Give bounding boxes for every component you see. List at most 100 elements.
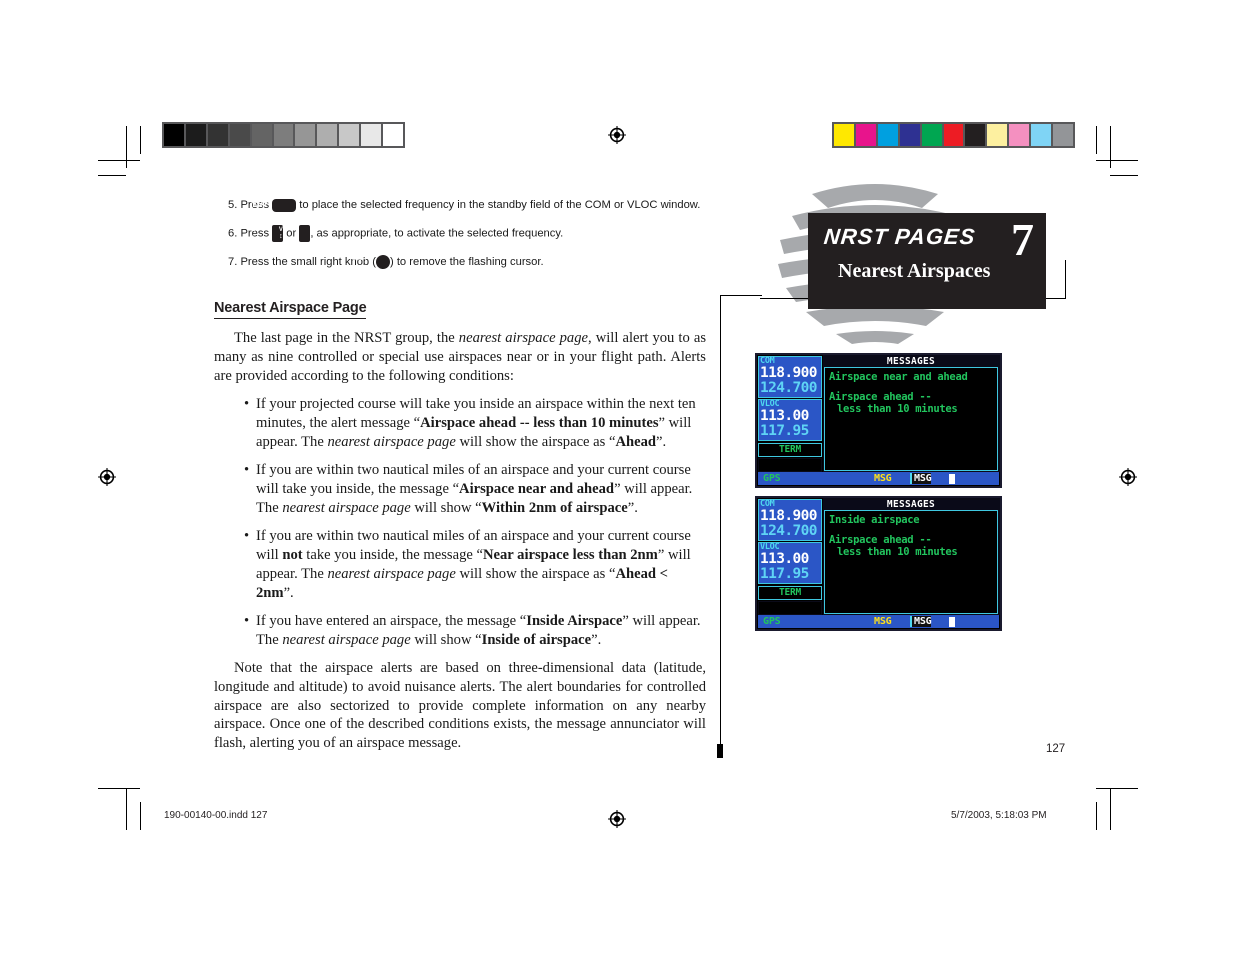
registration-target-left [98, 468, 116, 486]
com-standby-frequency: 124.700 [760, 380, 818, 396]
cdi-mode-box-2: TERM [758, 586, 822, 600]
calibration-swatch [1009, 124, 1030, 146]
message-line: Airspace ahead -- [829, 390, 932, 403]
crop-mark-br-h [1096, 788, 1138, 790]
calibration-swatch [1031, 124, 1052, 146]
crop-mark-tl-h2 [98, 175, 126, 177]
calibration-swatch [899, 124, 920, 146]
step-5-text: to place the selected frequency in the s… [299, 199, 701, 211]
com-frequency-box-1[interactable]: COM 118.900 124.700 [758, 356, 822, 398]
msg-annunciator[interactable]: MSG [874, 473, 892, 484]
step-6-mid: or [286, 227, 297, 240]
cdi-scale-area-2 [758, 601, 822, 615]
chapter-number: 7 [1011, 214, 1034, 265]
msg-page-label[interactable]: MSG [910, 473, 932, 484]
gps-nav-source-label: GPS [763, 473, 781, 484]
calibration-swatch [877, 124, 898, 146]
gps-radio-column-2: COM 118.900 124.700 VLOC 113.00 117.95 T… [757, 498, 823, 615]
msg-annunciator[interactable]: MSG [874, 616, 892, 627]
calibration-swatch [855, 124, 876, 146]
com-active-frequency: 118.900 [760, 365, 818, 381]
messages-list-1: Airspace near and ahead Airspace ahead -… [824, 367, 998, 471]
crop-mark-tl-v [126, 126, 128, 168]
page-cursor-icon [949, 616, 955, 627]
registration-target-top [608, 126, 626, 144]
vloc-flipflop-key-icon: V ↕ [279, 225, 311, 242]
cdi-mode-label: TERM [778, 444, 802, 455]
note-paragraph: Note that the airspace alerts are based … [214, 659, 706, 752]
calibration-swatch [383, 124, 403, 146]
list-item: If your projected course will take you i… [244, 395, 706, 452]
crop-mark-bl-h [98, 788, 140, 790]
column-rule-top-cap [720, 295, 762, 297]
cdi-scale-area-1 [758, 458, 822, 472]
messages-list-2: Inside airspace Airspace ahead -- less t… [824, 510, 998, 614]
message-line: Airspace ahead -- [829, 533, 932, 546]
vloc-frequency-box-2[interactable]: VLOC 113.00 117.95 [758, 542, 822, 584]
chapter-tab-title: NRST PAGES [822, 224, 977, 249]
vloc-frequency-box-1[interactable]: VLOC 113.00 117.95 [758, 399, 822, 441]
list-item: If you are within two nautical miles of … [244, 527, 706, 603]
intro-paragraph: The last page in the NRST group, the nea… [214, 330, 706, 384]
vloc-active-frequency: 113.00 [760, 551, 809, 567]
crop-mark-tr-v [1110, 126, 1112, 168]
crop-mark-br-v2 [1096, 802, 1098, 830]
calibration-swatch [273, 124, 294, 146]
calibration-swatch [1053, 124, 1073, 146]
gps-screen-body-1: COM 118.900 124.700 VLOC 113.00 117.95 T… [757, 355, 1000, 472]
list-item: If you have entered an airspace, the mes… [244, 612, 706, 650]
messages-header: MESSAGES [886, 356, 936, 367]
com-standby-frequency: 124.700 [760, 523, 818, 539]
step-5: 5. Press ENT to place the selected frequ… [214, 198, 706, 212]
end-of-text-mark [717, 744, 723, 758]
crop-mark-tl-v2 [140, 126, 142, 154]
calibration-swatch [295, 124, 316, 146]
footer-timestamp: 5/7/2003, 5:18:03 PM [951, 810, 1047, 821]
gps-status-bar-1: GPS MSG MSG [758, 472, 999, 485]
color-calibration-bar [832, 122, 1075, 148]
column-divider-rule [720, 295, 722, 747]
message-line: Airspace near and ahead [829, 371, 968, 383]
calibration-swatch [207, 124, 228, 146]
calibration-swatch [251, 124, 272, 146]
registration-target-right [1119, 468, 1137, 486]
message-line: less than 10 minutes [837, 403, 958, 415]
msg-page-label[interactable]: MSG [910, 616, 932, 627]
grayscale-calibration-bar [162, 122, 405, 148]
step-6: 6. Press C ↕ or V ↕, as appropriate, to ac… [214, 225, 706, 242]
page-number: 127 [1046, 743, 1066, 755]
crop-mark-br-v [1110, 788, 1112, 830]
vloc-standby-frequency: 117.95 [760, 566, 809, 582]
calibration-swatch [834, 124, 854, 146]
vloc-standby-frequency: 117.95 [760, 423, 809, 439]
com-active-frequency: 118.900 [760, 508, 818, 524]
footer-filename: 190-00140-00.indd 127 [164, 810, 268, 821]
step-7-text: ) to remove the flashing cursor. [389, 256, 544, 268]
messages-header: MESSAGES [886, 499, 936, 510]
crop-mark-tl-h [98, 160, 140, 162]
page-cursor-icon [949, 473, 955, 484]
gps-status-bar-2: GPS MSG MSG [758, 615, 999, 628]
conditions-list: If your projected course will take you i… [214, 395, 706, 650]
chapter-tab-box: NRST PAGES 7 Nearest Airspaces [808, 213, 1046, 309]
list-item: If you are within two nautical miles of … [244, 461, 706, 518]
step-7: 7. Press the small right knob (CRSR) to … [214, 255, 706, 270]
cdi-mode-box-1: TERM [758, 443, 822, 457]
com-frequency-box-2[interactable]: COM 118.900 124.700 [758, 499, 822, 541]
gps-nav-source-label: GPS [763, 616, 781, 627]
calibration-swatch [987, 124, 1008, 146]
step-6-prefix: 6. Press [228, 227, 270, 240]
crop-mark-tr-h [1096, 160, 1138, 162]
gps-footer-wrap-1: GPS MSG MSG [757, 472, 1000, 486]
step-6-text: , as appropriate, to activate the select… [310, 227, 564, 240]
chapter-tab-subtitle: Nearest Airspaces [838, 260, 991, 282]
calibration-swatch [339, 124, 360, 146]
message-line: less than 10 minutes [837, 546, 958, 558]
calibration-swatch [361, 124, 382, 146]
calibration-swatch [943, 124, 964, 146]
gps-messages-screen-1: COM 118.900 124.700 VLOC 113.00 117.95 T… [755, 353, 1002, 488]
cdi-mode-label: TERM [778, 587, 802, 598]
message-line: Inside airspace [829, 514, 920, 526]
